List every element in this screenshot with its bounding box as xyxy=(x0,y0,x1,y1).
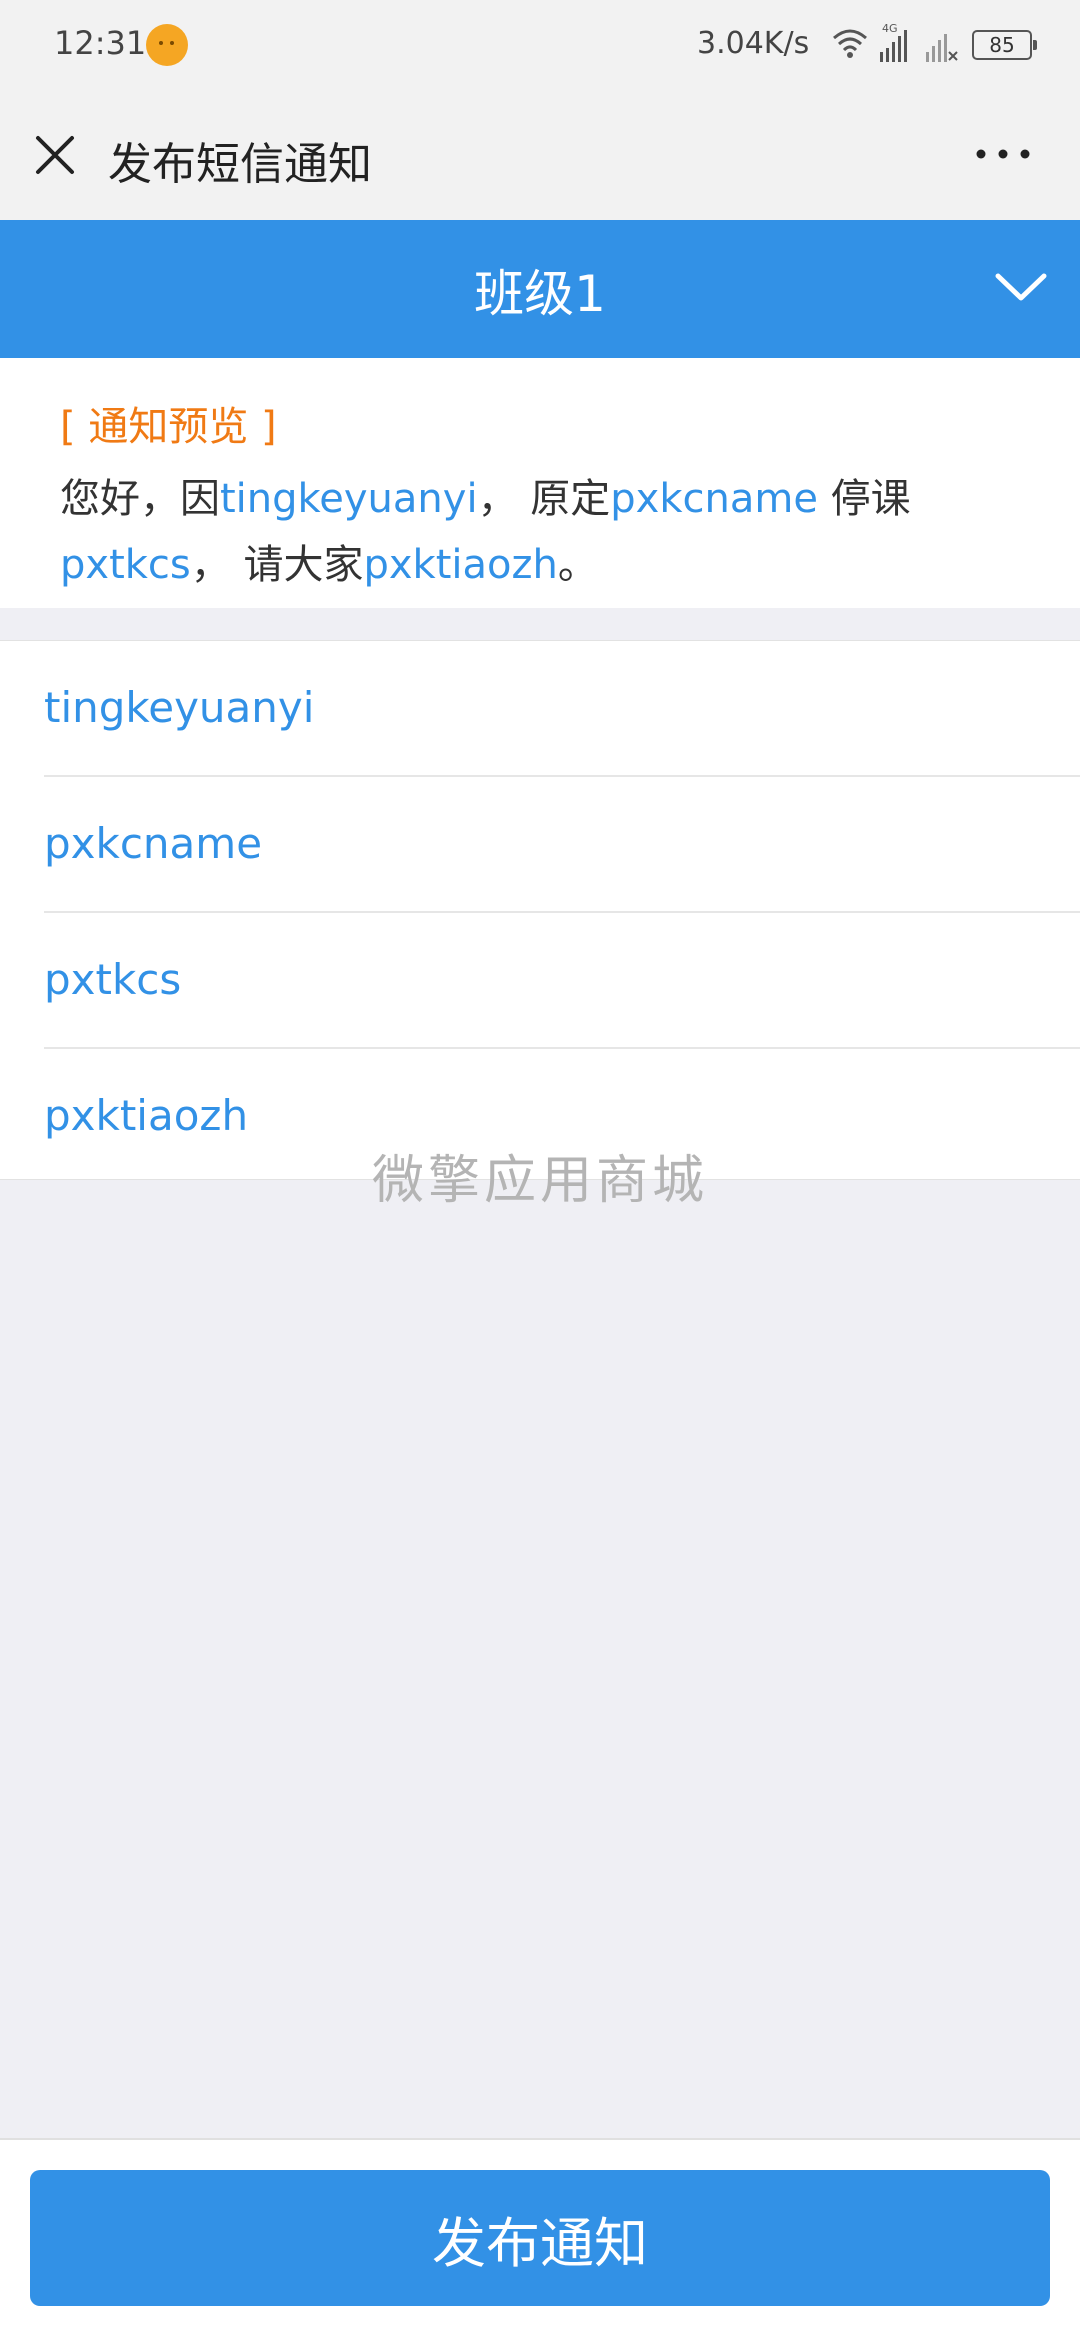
network-speed: 3.04K/s xyxy=(697,26,810,61)
preview-label: [ 通知预览 ] xyxy=(60,404,277,450)
preview-variable: pxtkcs xyxy=(60,542,191,588)
preview-segment: 。 xyxy=(557,542,598,588)
cellular-no-signal-icon xyxy=(926,34,958,62)
preview-variable: pxktiaozh xyxy=(363,542,558,588)
status-bar: 12:31 3.04K/s 4G 85 xyxy=(0,0,1080,92)
preview-variable: pxkcname xyxy=(610,476,818,522)
close-icon[interactable] xyxy=(30,130,80,180)
battery-icon: 85 xyxy=(972,30,1037,60)
selected-class: 班级1 xyxy=(474,265,606,323)
preview-segment: ， 原定 xyxy=(477,476,611,522)
watermark: 微擎应用商城 xyxy=(371,1151,708,1211)
page-title: 发布短信通知 xyxy=(108,139,372,190)
publish-button[interactable]: 发布通知 xyxy=(30,2170,1050,2306)
preview-text: 您好，因tingkeyuanyi， 原定pxkcname 停课 pxtkcs， 请… xyxy=(60,466,940,598)
bottom-action-bar: 发布通知 xyxy=(0,2138,1080,2342)
chevron-down-icon[interactable] xyxy=(992,268,1050,308)
cellular-4g-icon: 4G xyxy=(880,22,907,62)
variable-list: tingkeyuanyi pxkcname pxtkcs pxktiaozh xyxy=(0,640,1080,1180)
notification-preview: [ 通知预览 ] 您好，因tingkeyuanyi， 原定pxkcname 停课… xyxy=(0,358,1080,608)
variable-item-pxtkcs[interactable]: pxtkcs xyxy=(44,913,1080,1049)
preview-segment: 停课 xyxy=(817,476,911,522)
preview-segment: ， 请大家 xyxy=(190,542,364,588)
title-bar: 发布短信通知 xyxy=(0,92,1080,220)
signal-icons: 4G xyxy=(833,22,958,62)
wifi-icon xyxy=(833,29,867,58)
class-selector[interactable]: 班级1 xyxy=(0,220,1080,358)
chat-notification-icon xyxy=(146,24,188,66)
variable-item-pxkcname[interactable]: pxkcname xyxy=(44,777,1080,913)
more-options-icon[interactable] xyxy=(975,144,1031,164)
svg-text:4G: 4G xyxy=(882,22,898,35)
preview-variable: tingkeyuanyi xyxy=(220,476,478,522)
status-time: 12:31 xyxy=(54,24,147,62)
variable-item-tingkeyuanyi[interactable]: tingkeyuanyi xyxy=(44,641,1080,777)
preview-segment: 您好，因 xyxy=(60,476,220,522)
